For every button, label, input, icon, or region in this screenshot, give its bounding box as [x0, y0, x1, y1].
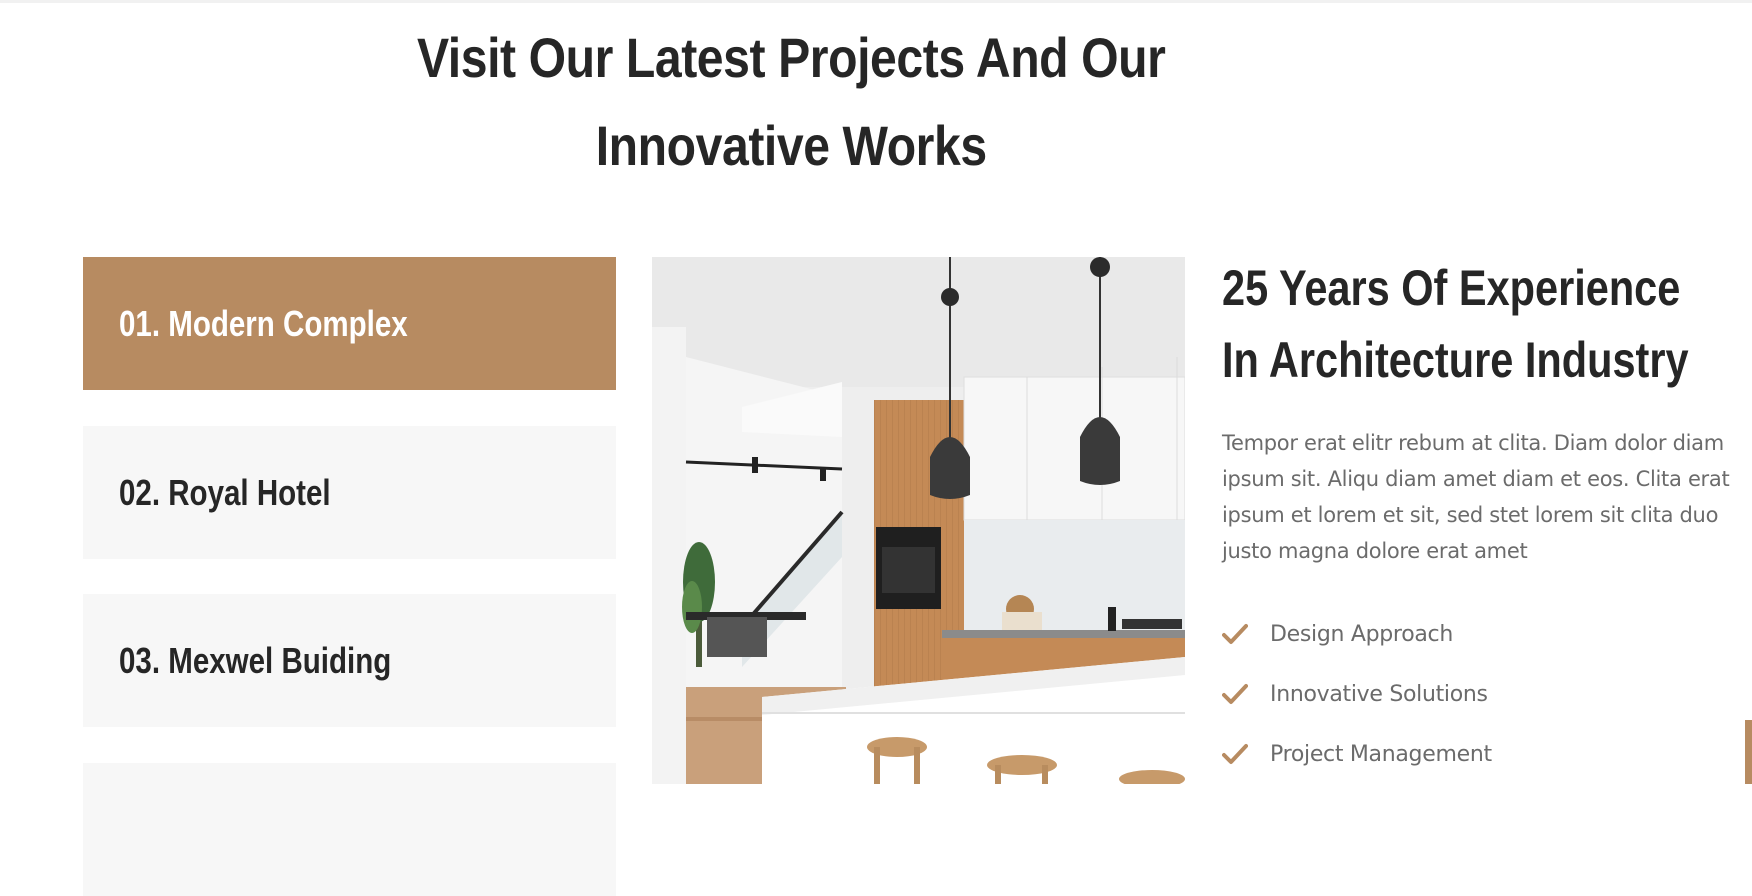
section-title: Visit Our Latest Projects And Our Innova… [0, 14, 1582, 190]
check-icon [1222, 744, 1248, 764]
tab-mexwel-buiding[interactable]: 03. Mexwel Buiding [83, 594, 616, 727]
tab-label: 03. Mexwel Buiding [119, 639, 392, 681]
header-divider [0, 0, 1752, 3]
tab-royal-hotel[interactable]: 02. Royal Hotel [83, 426, 616, 559]
feature-list: Design Approach Innovative Solutions Pro… [1222, 604, 1492, 784]
feature-label: Innovative Solutions [1270, 681, 1488, 707]
section-title-line2: Innovative Works [595, 114, 987, 177]
section-title-line1: Visit Our Latest Projects And Our [416, 26, 1166, 89]
back-to-top-button[interactable] [1745, 720, 1752, 784]
experience-description: Tempor erat elitr rebum at clita. Diam d… [1222, 431, 1730, 563]
experience-title-line1: 25 Years Of Experience [1222, 260, 1681, 316]
list-item: Project Management [1222, 724, 1492, 784]
experience-title: 25 Years Of Experience In Architecture I… [1222, 252, 1752, 396]
tab-modern-complex[interactable]: 01. Modern Complex [83, 257, 616, 390]
kitchen-interior-illustration [652, 257, 1185, 784]
experience-title-line2: In Architecture Industry [1222, 332, 1689, 388]
feature-label: Design Approach [1270, 621, 1453, 647]
feature-label: Project Management [1270, 741, 1492, 767]
project-image [652, 257, 1185, 784]
check-icon [1222, 684, 1248, 704]
tab-label: 02. Royal Hotel [119, 471, 331, 513]
tab-next-project[interactable] [83, 763, 616, 896]
list-item: Design Approach [1222, 604, 1492, 664]
check-icon [1222, 624, 1248, 644]
tab-label: 01. Modern Complex [119, 302, 408, 344]
list-item: Innovative Solutions [1222, 664, 1492, 724]
